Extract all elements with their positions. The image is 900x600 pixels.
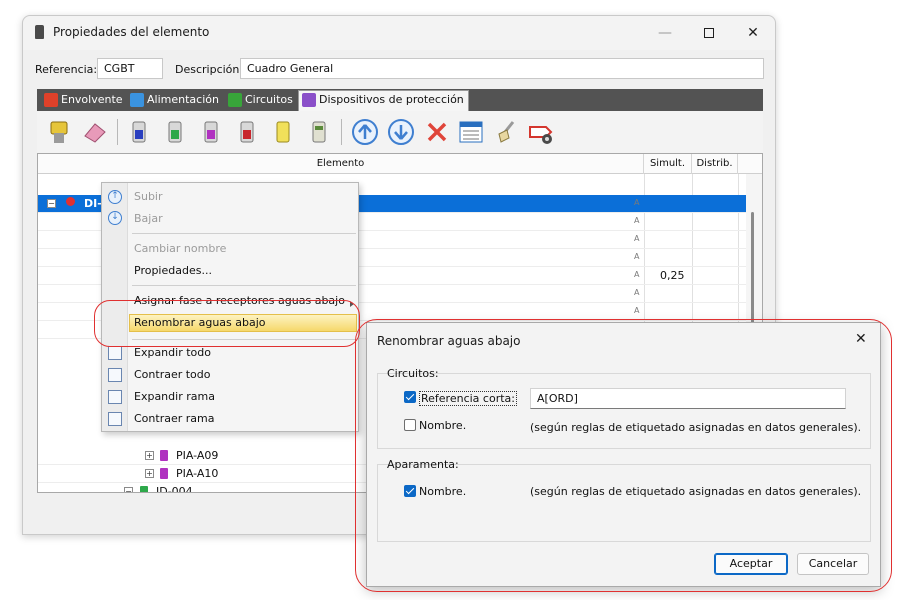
- move-up-icon[interactable]: [351, 118, 379, 146]
- tab-label: Dispositivos de protección: [319, 93, 464, 106]
- referencia-label: Referencia:: [35, 63, 98, 76]
- tab-circuitos[interactable]: Circuitos: [225, 91, 293, 109]
- window-title: Propiedades del elemento: [53, 25, 210, 39]
- toolbar: [37, 111, 763, 153]
- simult-value: 0,25: [660, 269, 685, 282]
- protection-devices-icon: [302, 93, 316, 107]
- ref-marker: A: [634, 216, 640, 225]
- delete-icon[interactable]: [423, 118, 451, 146]
- minimize-button[interactable]: —: [643, 21, 687, 45]
- toolbar-separator: [117, 119, 118, 145]
- tab-alimentacion[interactable]: Alimentación: [127, 91, 219, 109]
- tab-label: Envolvente: [61, 93, 123, 106]
- menu-item-expandir-todo[interactable]: Expandir todo: [134, 346, 211, 359]
- grey-device-icon[interactable]: [305, 118, 333, 146]
- expand-branch-icon: [108, 390, 122, 404]
- expand-toggle[interactable]: +: [145, 451, 154, 460]
- collapse-branch-icon: [108, 412, 122, 426]
- menu-separator: [132, 233, 356, 234]
- move-down-icon[interactable]: [387, 118, 415, 146]
- arrow-up-icon: ↑: [108, 190, 122, 204]
- title-bar: Propiedades del elemento — ✕: [23, 16, 775, 50]
- tab-label: Alimentación: [147, 93, 219, 106]
- menu-item-subir[interactable]: Subir: [134, 190, 163, 203]
- collapse-all-icon: [108, 368, 122, 382]
- differential-icon: [140, 486, 148, 492]
- tab-dispositivos-proteccion[interactable]: Dispositivos de protección: [298, 90, 469, 111]
- envelope-icon: [44, 93, 58, 107]
- arrow-down-icon: ↓: [108, 211, 122, 225]
- menu-separator: [132, 285, 356, 286]
- purple-breaker-icon[interactable]: [197, 118, 225, 146]
- ref-marker: A: [634, 252, 640, 261]
- menu-item-contraer-rama[interactable]: Contraer rama: [134, 412, 214, 425]
- circuits-icon: [228, 93, 242, 107]
- tab-bar: Envolvente Alimentación Circuitos Dispos…: [37, 89, 763, 111]
- highlight-ring-menu: [94, 300, 360, 347]
- tree-node-label: PIA-A10: [176, 467, 219, 480]
- descripcion-input[interactable]: Cuadro General: [240, 58, 764, 79]
- root-device-icon: [66, 197, 75, 206]
- tree-node-label: DI-: [84, 197, 102, 210]
- breaker-icon: [160, 450, 168, 461]
- collapse-toggle[interactable]: −: [124, 487, 133, 492]
- red-breaker-icon[interactable]: [233, 118, 261, 146]
- green-breaker-icon[interactable]: [161, 118, 189, 146]
- referencia-input[interactable]: CGBT: [97, 58, 163, 79]
- broom-icon[interactable]: [45, 118, 73, 146]
- tab-label: Circuitos: [245, 93, 293, 106]
- grid-header: Elemento Simult. Distrib.: [38, 154, 762, 174]
- tree-node-label: PIA-A09: [176, 449, 219, 462]
- ref-marker: A: [634, 234, 640, 243]
- menu-item-contraer-todo[interactable]: Contraer todo: [134, 368, 211, 381]
- yellow-device-icon[interactable]: [269, 118, 297, 146]
- app-icon: [35, 25, 44, 39]
- ref-marker: A: [634, 288, 640, 297]
- expand-all-icon: [108, 346, 122, 360]
- maximize-button[interactable]: [687, 21, 731, 45]
- menu-item-expandir-rama[interactable]: Expandir rama: [134, 390, 215, 403]
- close-button[interactable]: ✕: [731, 21, 775, 45]
- menu-item-cambiar-nombre[interactable]: Cambiar nombre: [134, 242, 226, 255]
- highlight-ring-dialog: [355, 319, 892, 592]
- header-elemento[interactable]: Elemento: [38, 154, 644, 174]
- ref-marker: A: [634, 198, 640, 207]
- table-form-icon[interactable]: [457, 118, 485, 146]
- collapse-toggle[interactable]: −: [47, 199, 56, 208]
- maximize-icon: [704, 28, 714, 38]
- descripcion-label: Descripción:: [175, 63, 244, 76]
- supply-icon: [130, 93, 144, 107]
- header-simult[interactable]: Simult.: [644, 154, 692, 174]
- brush-icon[interactable]: [493, 118, 521, 146]
- menu-item-propiedades[interactable]: Propiedades...: [134, 264, 212, 277]
- blue-breaker-icon[interactable]: [125, 118, 153, 146]
- expand-toggle[interactable]: +: [145, 469, 154, 478]
- breaker-icon: [160, 468, 168, 479]
- ref-marker: A: [634, 270, 640, 279]
- menu-item-bajar[interactable]: Bajar: [134, 212, 163, 225]
- ref-marker: A: [634, 306, 640, 315]
- toolbar-separator: [341, 119, 342, 145]
- tree-node-label: ID-004: [156, 485, 193, 493]
- eraser-icon[interactable]: [81, 118, 109, 146]
- tag-settings-icon[interactable]: [527, 118, 555, 146]
- header-distrib[interactable]: Distrib.: [692, 154, 738, 174]
- tab-envolvente[interactable]: Envolvente: [41, 91, 123, 109]
